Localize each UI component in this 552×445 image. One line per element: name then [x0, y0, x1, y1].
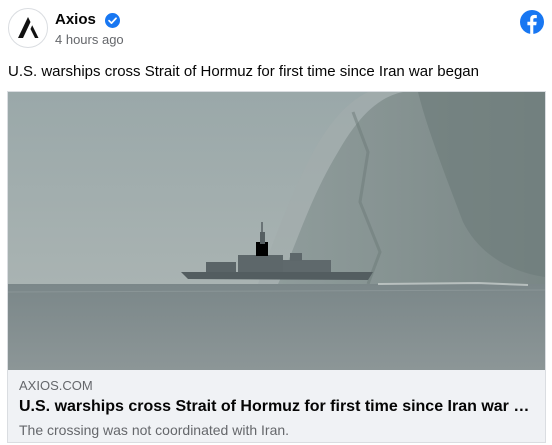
- author-name[interactable]: Axios: [55, 11, 96, 29]
- warship-photo[interactable]: [8, 92, 545, 370]
- link-domain: AXIOS.COM: [19, 378, 93, 393]
- link-card-meta[interactable]: AXIOS.COM U.S. warships cross Strait of …: [8, 370, 545, 442]
- post-text: U.S. warships cross Strait of Hormuz for…: [8, 63, 479, 80]
- author-avatar[interactable]: [8, 8, 48, 48]
- verified-badge-icon: [105, 13, 120, 28]
- axios-logo-icon: [18, 17, 39, 38]
- post-header: Axios 4 hours ago: [8, 8, 544, 48]
- social-post: Axios 4 hours ago U.S. warships cross St…: [0, 0, 552, 445]
- link-title[interactable]: U.S. warships cross Strait of Hormuz for…: [19, 397, 534, 417]
- link-preview-card[interactable]: AXIOS.COM U.S. warships cross Strait of …: [7, 91, 546, 443]
- link-description: The crossing was not coordinated with Ir…: [19, 422, 290, 438]
- post-timestamp[interactable]: 4 hours ago: [55, 32, 124, 48]
- facebook-icon[interactable]: [520, 10, 544, 34]
